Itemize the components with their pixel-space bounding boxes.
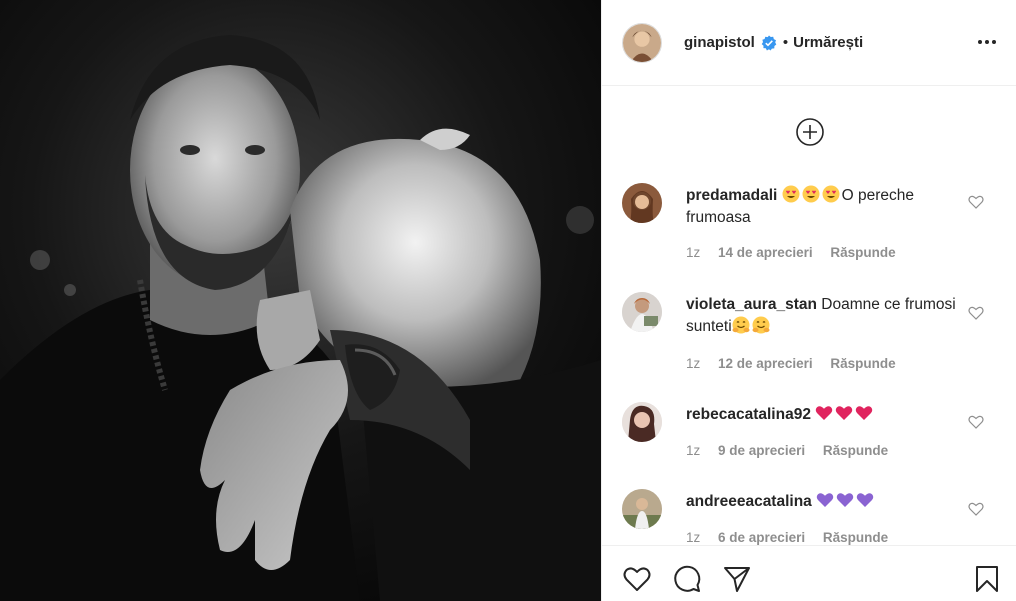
comment-time: 1z — [686, 530, 701, 545]
commenter-avatar[interactable] — [622, 489, 662, 529]
comments-list[interactable]: predamadali O pereche frumoasa 1z 14 de … — [602, 87, 1016, 545]
heart-eyes-emoji — [802, 185, 820, 203]
purple-heart-emoji — [856, 491, 874, 509]
reply-button[interactable]: Răspunde — [830, 245, 895, 260]
hugging-emoji — [752, 316, 770, 334]
heart-eyes-emoji — [782, 185, 800, 203]
more-options-icon[interactable] — [975, 30, 999, 54]
comment-username[interactable]: violeta_aura_stan — [686, 296, 817, 313]
reply-button[interactable]: Răspunde — [823, 443, 888, 458]
purple-heart-emoji — [836, 491, 854, 509]
follow-separator: • — [782, 34, 789, 51]
like-heart-icon[interactable] — [622, 564, 652, 594]
hugging-emoji — [732, 316, 750, 334]
comment-time: 1z — [686, 443, 701, 458]
heart-eyes-emoji — [822, 185, 840, 203]
commenter-avatar[interactable] — [622, 292, 662, 332]
comment-icon[interactable] — [672, 564, 702, 594]
following-button[interactable]: Urmărești — [793, 34, 863, 51]
author-avatar[interactable] — [622, 22, 662, 63]
red-heart-emoji — [835, 404, 853, 422]
load-more-comments-icon[interactable] — [795, 117, 825, 147]
commenter-avatar[interactable] — [622, 402, 662, 442]
post-photo-art — [0, 0, 601, 601]
comment-like-heart-icon[interactable] — [968, 501, 984, 517]
comment-meta: 1z 6 de aprecieri Răspunde — [686, 530, 902, 545]
comment-username[interactable]: predamadali — [686, 187, 777, 204]
save-bookmark-icon[interactable] — [972, 564, 1002, 594]
comment-body: violeta_aura_stan Doamne ce frumosi sunt… — [686, 294, 961, 338]
comment-meta: 1z 9 de aprecieri Răspunde — [686, 443, 902, 458]
comment-body: andreeeacatalina — [686, 491, 961, 513]
commenter-avatar[interactable] — [622, 183, 662, 223]
post-actions-bar — [602, 545, 1016, 601]
comment-like-heart-icon[interactable] — [968, 194, 984, 210]
reply-button[interactable]: Răspunde — [823, 530, 888, 545]
comment-username[interactable]: andreeeacatalina — [686, 493, 812, 510]
comment-body: predamadali O pereche frumoasa — [686, 185, 961, 229]
comment-meta: 1z 14 de aprecieri Răspunde — [686, 245, 910, 260]
comment-like-heart-icon[interactable] — [968, 305, 984, 321]
share-icon[interactable] — [722, 564, 752, 594]
comment-meta: 1z 12 de aprecieri Răspunde — [686, 356, 910, 371]
reply-button[interactable]: Răspunde — [830, 356, 895, 371]
comment-likes[interactable]: 6 de aprecieri — [718, 530, 805, 545]
comment-likes[interactable]: 14 de aprecieri — [718, 245, 813, 260]
comment-username[interactable]: rebecacatalina92 — [686, 406, 811, 423]
verified-badge-icon — [761, 35, 777, 51]
post-header: ginapistol • Urmărești — [602, 0, 1016, 86]
comment-time: 1z — [686, 356, 701, 371]
red-heart-emoji — [815, 404, 833, 422]
comment-body: rebecacatalina92 — [686, 404, 961, 426]
author-username[interactable]: ginapistol — [684, 34, 755, 51]
purple-heart-emoji — [816, 491, 834, 509]
post-side-panel: ginapistol • Urmărești predamadali O per… — [601, 0, 1016, 601]
post-photo[interactable] — [0, 0, 601, 601]
comment-time: 1z — [686, 245, 701, 260]
red-heart-emoji — [855, 404, 873, 422]
comment-likes[interactable]: 9 de aprecieri — [718, 443, 805, 458]
comment-like-heart-icon[interactable] — [968, 414, 984, 430]
comment-likes[interactable]: 12 de aprecieri — [718, 356, 813, 371]
